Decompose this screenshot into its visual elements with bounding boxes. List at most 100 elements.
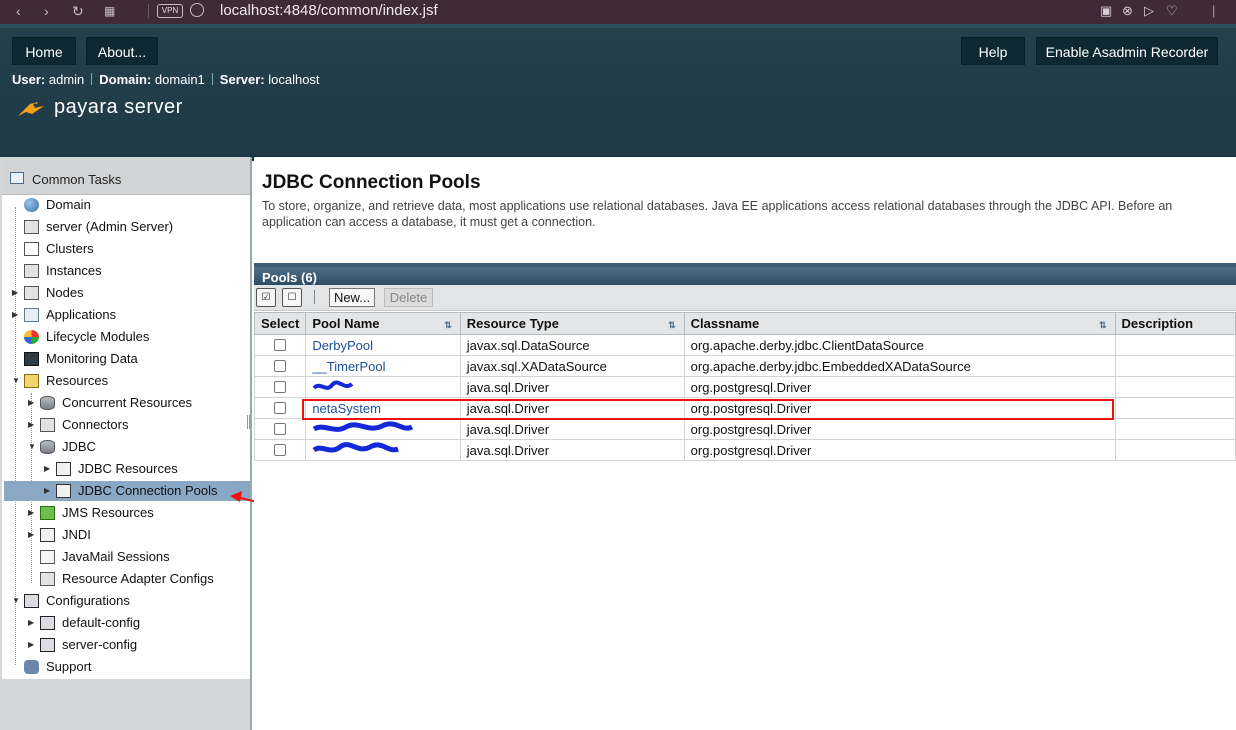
pool-name-link[interactable]: netaSystem: [312, 401, 381, 416]
cluster-icon: [24, 242, 39, 256]
help-button[interactable]: Help: [961, 37, 1025, 65]
config-icon: [40, 616, 55, 630]
expand-arrow-icon[interactable]: ▶: [12, 305, 18, 325]
collapse-arrow-icon[interactable]: ▼: [12, 591, 20, 611]
server-icon: [24, 220, 39, 234]
classname-cell: org.apache.derby.jdbc.EmbeddedXADataSour…: [683, 355, 1116, 377]
select-all-icon[interactable]: ☑: [256, 288, 276, 307]
deselect-all-icon[interactable]: ☐: [282, 288, 302, 307]
pools-table-toolbar: ☑ ☐ New... Delete: [254, 285, 1236, 311]
sort-icon[interactable]: ⇅: [444, 320, 452, 331]
expand-arrow-icon[interactable]: ▶: [12, 283, 18, 303]
vpn-badge[interactable]: VPN: [157, 4, 183, 18]
user-info: User: admin Domain: domain1 Server: localh…: [12, 72, 320, 87]
row-checkbox[interactable]: [274, 380, 287, 393]
expand-arrow-icon[interactable]: ▶: [28, 525, 34, 545]
row-checkbox[interactable]: [274, 338, 287, 351]
pool-name-column-header[interactable]: Pool Name ⇅: [305, 312, 461, 335]
expand-arrow-icon[interactable]: ▶: [28, 393, 34, 413]
redacted-scribble-icon[interactable]: [312, 379, 356, 393]
pool-name-cell: netaSystem: [305, 397, 461, 419]
expand-arrow-icon[interactable]: ▶: [44, 459, 50, 479]
sidebar-resize-handle[interactable]: [247, 415, 250, 429]
tree-item-label: JDBC Connection Pools: [78, 483, 218, 498]
expand-arrow-icon[interactable]: ▶: [44, 481, 50, 501]
redacted-scribble-icon[interactable]: [312, 420, 416, 435]
sort-icon[interactable]: ⇅: [668, 320, 676, 331]
description-cell: [1114, 334, 1236, 356]
resource-type-column-header[interactable]: Resource Type ⇅: [459, 312, 685, 335]
classname-cell: org.postgresql.Driver: [683, 418, 1116, 440]
home-button[interactable]: Home: [12, 37, 76, 65]
expand-arrow-icon[interactable]: ▶: [28, 503, 34, 523]
camera-icon[interactable]: ▣: [1100, 3, 1112, 19]
row-checkbox[interactable]: [274, 443, 287, 456]
tree-item-label: Configurations: [46, 593, 130, 608]
expand-arrow-icon[interactable]: ▶: [28, 635, 34, 655]
mail-icon: [40, 550, 55, 564]
tabs-grid-icon[interactable]: ▦: [104, 3, 115, 19]
tree-item-label: Monitoring Data: [46, 351, 138, 366]
jms-icon: [40, 506, 55, 520]
adapter-icon: [40, 572, 55, 586]
forward-icon[interactable]: ›: [44, 3, 49, 19]
collapse-arrow-icon[interactable]: ▼: [28, 437, 36, 457]
pool-name-cell: __TimerPool: [305, 355, 461, 377]
row-checkbox[interactable]: [274, 422, 287, 435]
pool-name-cell: [305, 376, 461, 398]
asadmin-recorder-button[interactable]: Enable Asadmin Recorder: [1036, 37, 1218, 65]
collapse-arrow-icon[interactable]: ▼: [12, 371, 20, 391]
about-button[interactable]: About...: [86, 37, 158, 65]
heart-icon[interactable]: ♡: [1166, 3, 1178, 19]
reload-icon[interactable]: ↻: [72, 3, 84, 19]
select-cell: [253, 376, 307, 398]
pool-name-cell: DerbyPool: [305, 334, 461, 356]
common-tasks-header[interactable]: Common Tasks: [2, 159, 250, 195]
column-label: Classname: [690, 316, 760, 331]
column-label: Pool Name: [312, 316, 380, 331]
table-row: netaSystem java.sql.Driver org.postgresq…: [253, 397, 1236, 419]
database-icon: [40, 440, 55, 454]
support-icon: [24, 660, 39, 674]
sort-icon[interactable]: ⇅: [1099, 320, 1107, 331]
tree-item-label: Resource Adapter Configs: [62, 571, 214, 586]
table-row: __TimerPool javax.sql.XADataSource org.a…: [253, 355, 1236, 377]
pool-name-link[interactable]: __TimerPool: [312, 359, 385, 374]
redacted-scribble-icon[interactable]: [312, 441, 400, 456]
applications-icon: [24, 308, 39, 322]
new-button[interactable]: New...: [329, 288, 375, 307]
description-cell: [1114, 397, 1236, 419]
delete-button[interactable]: Delete: [384, 288, 433, 307]
send-icon[interactable]: ▷: [1144, 3, 1154, 19]
pool-name-link[interactable]: DerbyPool: [312, 338, 373, 353]
resource-type-cell: java.sql.Driver: [459, 418, 685, 440]
classname-cell: org.postgresql.Driver: [683, 376, 1116, 398]
monitor-icon: [24, 352, 39, 366]
classname-cell: org.apache.derby.jdbc.ClientDataSource: [683, 334, 1116, 356]
main-content: JDBC Connection Pools To store, organize…: [253, 157, 1236, 730]
tree-item-label: Instances: [46, 263, 102, 278]
select-cell: [253, 418, 307, 440]
pools-table-title: Pools (6): [254, 263, 1236, 285]
tree-item-label: Support: [46, 659, 92, 674]
config-icon: [24, 594, 39, 608]
table-row: DerbyPool javax.sql.DataSource org.apach…: [253, 334, 1236, 356]
back-icon[interactable]: ‹: [16, 3, 21, 19]
logo-text: payara server: [54, 96, 183, 118]
tree-item-label: Applications: [46, 307, 117, 322]
address-bar[interactable]: localhost:4848/common/index.jsf: [220, 2, 438, 19]
tree-item-label: JDBC Resources: [78, 461, 178, 476]
classname-column-header[interactable]: Classname ⇅: [683, 312, 1116, 335]
expand-arrow-icon[interactable]: ▶: [28, 415, 34, 435]
table-row: java.sql.Driver org.postgresql.Driver: [253, 376, 1236, 398]
tree-item-jdbc-connection-pools[interactable]: ▶ JDBC Connection Pools: [4, 481, 250, 501]
tree-item-label: Concurrent Resources: [62, 395, 193, 410]
tree-item-label: Connectors: [62, 417, 129, 432]
row-checkbox[interactable]: [274, 401, 287, 414]
globe-icon: [190, 3, 204, 17]
tree-item-label: Nodes: [46, 285, 84, 300]
row-checkbox[interactable]: [274, 359, 287, 372]
block-icon[interactable]: ⊗: [1122, 3, 1133, 19]
expand-arrow-icon[interactable]: ▶: [28, 613, 34, 633]
resource-type-cell: java.sql.Driver: [459, 439, 685, 461]
